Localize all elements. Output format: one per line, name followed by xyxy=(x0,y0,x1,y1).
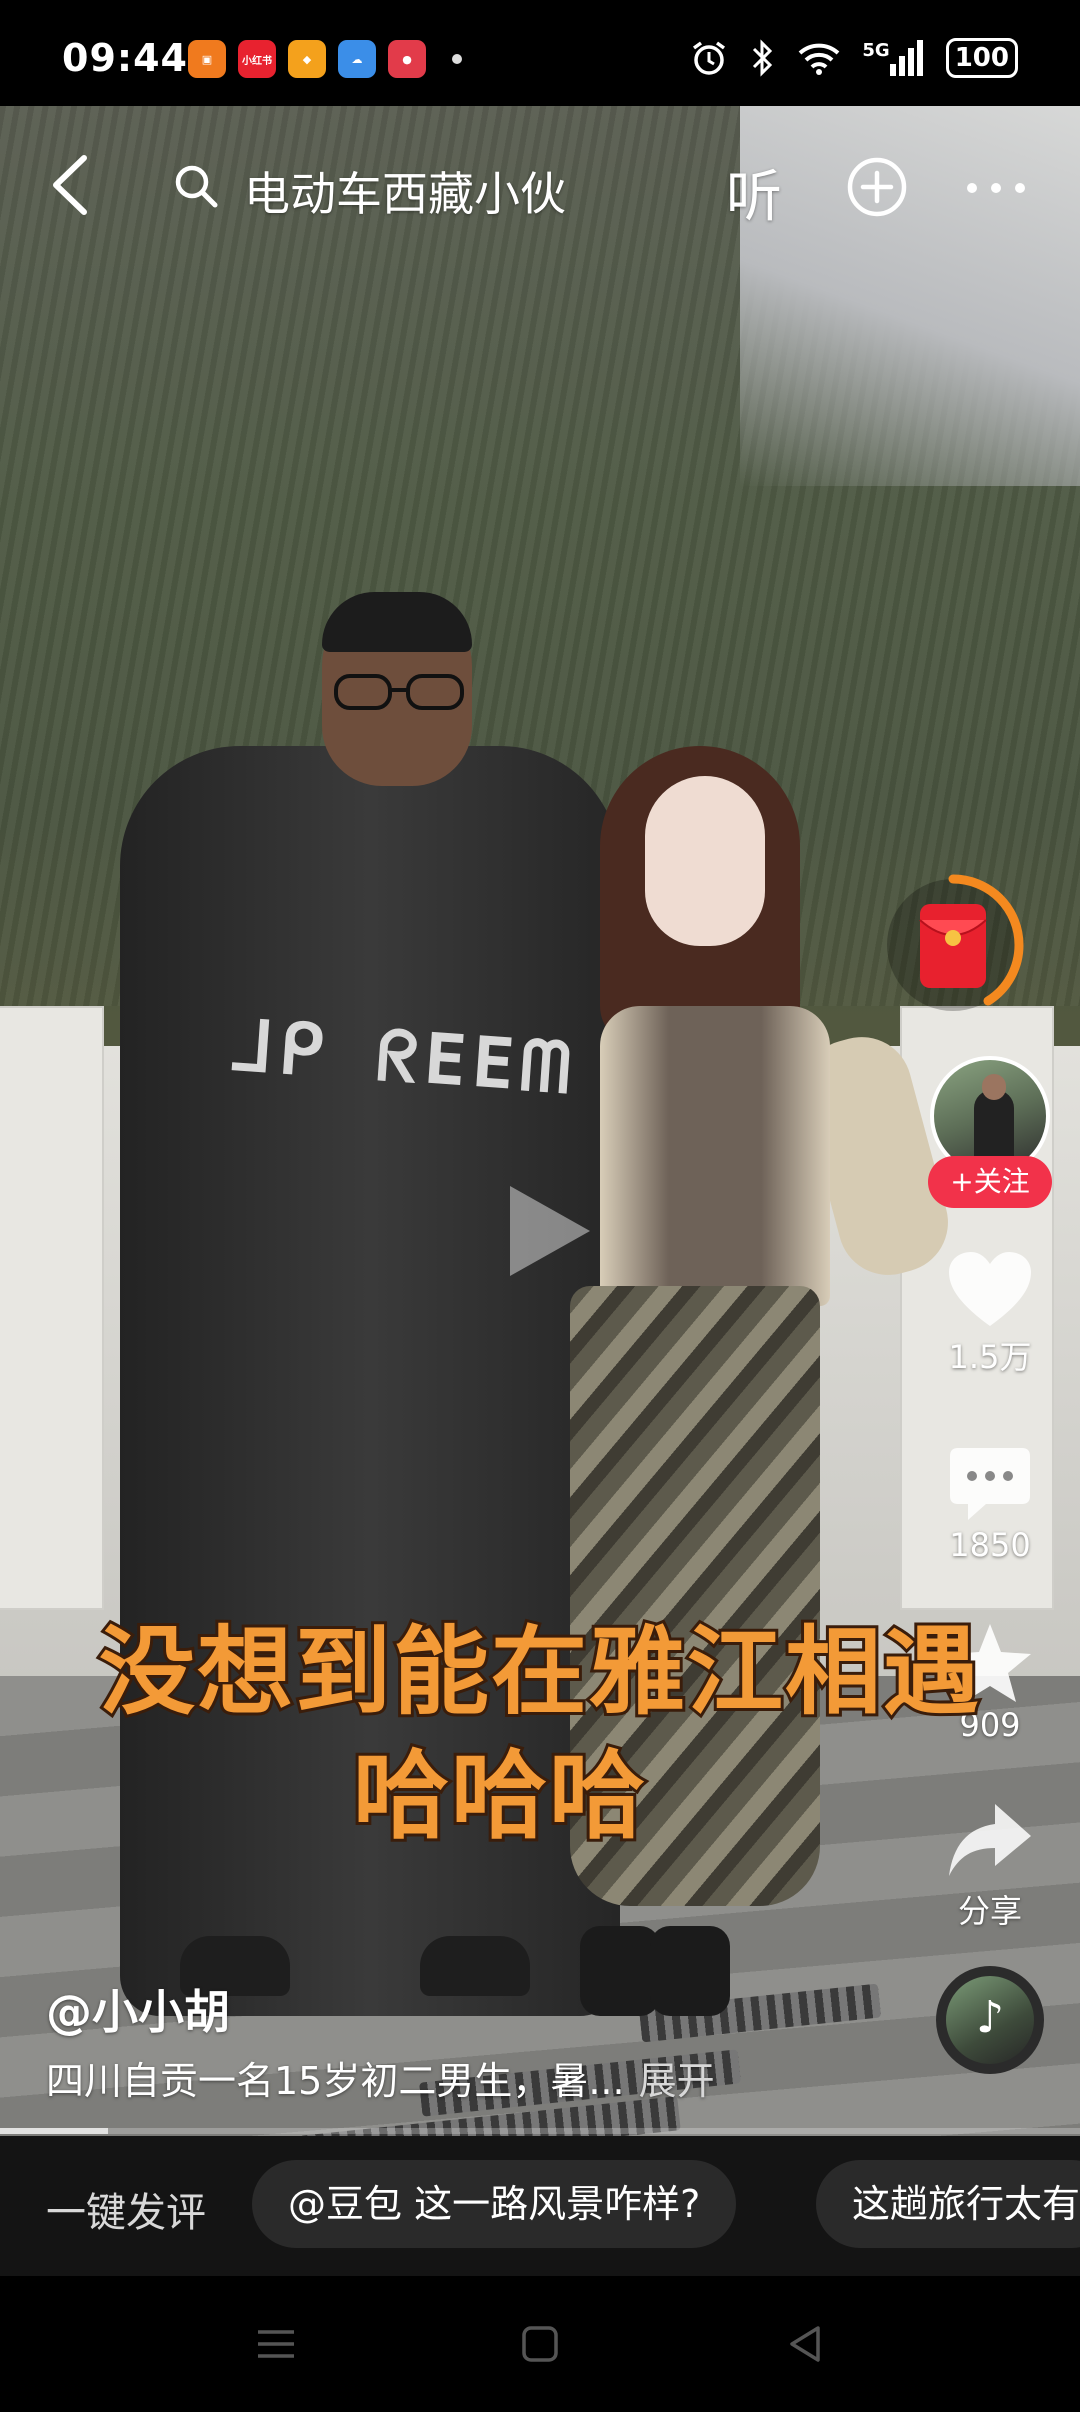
app-notification-icon: ◆ xyxy=(288,40,326,78)
avatar-head xyxy=(982,1074,1006,1100)
back-nav-icon[interactable] xyxy=(784,2322,828,2366)
quick-comment-chip[interactable]: 这趟旅行太有 xyxy=(816,2160,1080,2248)
heart-icon xyxy=(949,1252,1031,1326)
weather-notification-icon: ☁ xyxy=(338,40,376,78)
search-icon[interactable] xyxy=(174,164,218,208)
system-navigation-bar xyxy=(0,2276,1080,2412)
post-description[interactable]: 四川自贡一名15岁初二男生，暑... 展开 xyxy=(46,2050,715,2105)
app-notification-icon: ▣ xyxy=(188,40,226,78)
music-note-icon: ♪ xyxy=(976,1992,1005,2043)
woman-face xyxy=(645,776,765,946)
music-disc-icon[interactable]: ♪ xyxy=(936,1966,1044,2074)
red-envelope-icon[interactable] xyxy=(878,870,1028,1020)
like-button[interactable]: 1.5万 xyxy=(930,1250,1050,1378)
video-caption-line1: 没想到能在雅江相遇 xyxy=(96,1613,982,1731)
boy-shoe xyxy=(420,1936,530,1996)
woman-shoe xyxy=(650,1926,730,2016)
more-icon[interactable] xyxy=(964,180,1028,196)
boy-hair xyxy=(322,592,472,652)
video-progress-bar[interactable] xyxy=(0,2128,1080,2134)
comment-icon xyxy=(950,1448,1030,1520)
back-button[interactable] xyxy=(46,150,96,220)
video-caption-line2: 哈哈哈 xyxy=(350,1737,648,1855)
like-count: 1.5万 xyxy=(948,1338,1032,1376)
sky-background xyxy=(740,106,1080,486)
system-status-icons: 5G 100 xyxy=(690,38,1018,78)
listen-button[interactable]: 听 xyxy=(726,152,782,233)
signal-icon xyxy=(889,40,923,76)
more-notifications-dot xyxy=(452,54,462,64)
xiaohongshu-notification-icon: 小红书 xyxy=(238,40,276,78)
status-bar: 09:44 ▣ 小红书 ◆ ☁ ● 5G 100 xyxy=(0,0,1080,106)
quick-comment-bar: 一键发评 @豆包 这一路风景咋样? 这趟旅行太有 xyxy=(0,2136,1080,2276)
bluetooth-icon xyxy=(753,39,773,77)
glasses xyxy=(334,674,464,710)
quick-comment-label: 一键发评 xyxy=(46,2190,206,2236)
railing-post xyxy=(0,1006,104,1610)
home-icon[interactable] xyxy=(518,2322,562,2366)
woman-shoe xyxy=(580,1926,660,2016)
comment-button[interactable]: 1850 xyxy=(930,1446,1050,1564)
follow-button[interactable]: +关注 xyxy=(928,1156,1052,1208)
comment-count: 1850 xyxy=(949,1526,1031,1564)
author-name[interactable]: @小小胡 xyxy=(46,1976,230,2042)
app-notification-icon: ● xyxy=(388,40,426,78)
quick-comment-chip[interactable]: @豆包 这一路风景咋样? xyxy=(252,2160,737,2248)
search-query[interactable]: 电动车西藏小伙 xyxy=(244,158,566,224)
recent-apps-icon[interactable] xyxy=(254,2322,298,2366)
expand-link[interactable]: 展开 xyxy=(639,2059,715,2103)
post-description-text: 四川自贡一名15岁初二男生，暑... xyxy=(46,2059,625,2103)
woman-top xyxy=(600,1006,830,1306)
network-type-label: 5G xyxy=(862,39,890,61)
video-progress-fill xyxy=(0,2128,108,2134)
share-label: 分享 xyxy=(957,1892,1022,1930)
play-icon[interactable] xyxy=(490,1176,600,1286)
add-button[interactable] xyxy=(846,156,908,218)
notification-icons: ▣ 小红书 ◆ ☁ ● xyxy=(188,40,462,78)
battery-indicator: 100 xyxy=(945,38,1018,78)
status-time: 09:44 xyxy=(62,36,188,80)
alarm-icon xyxy=(693,41,726,75)
wifi-icon xyxy=(799,43,840,75)
